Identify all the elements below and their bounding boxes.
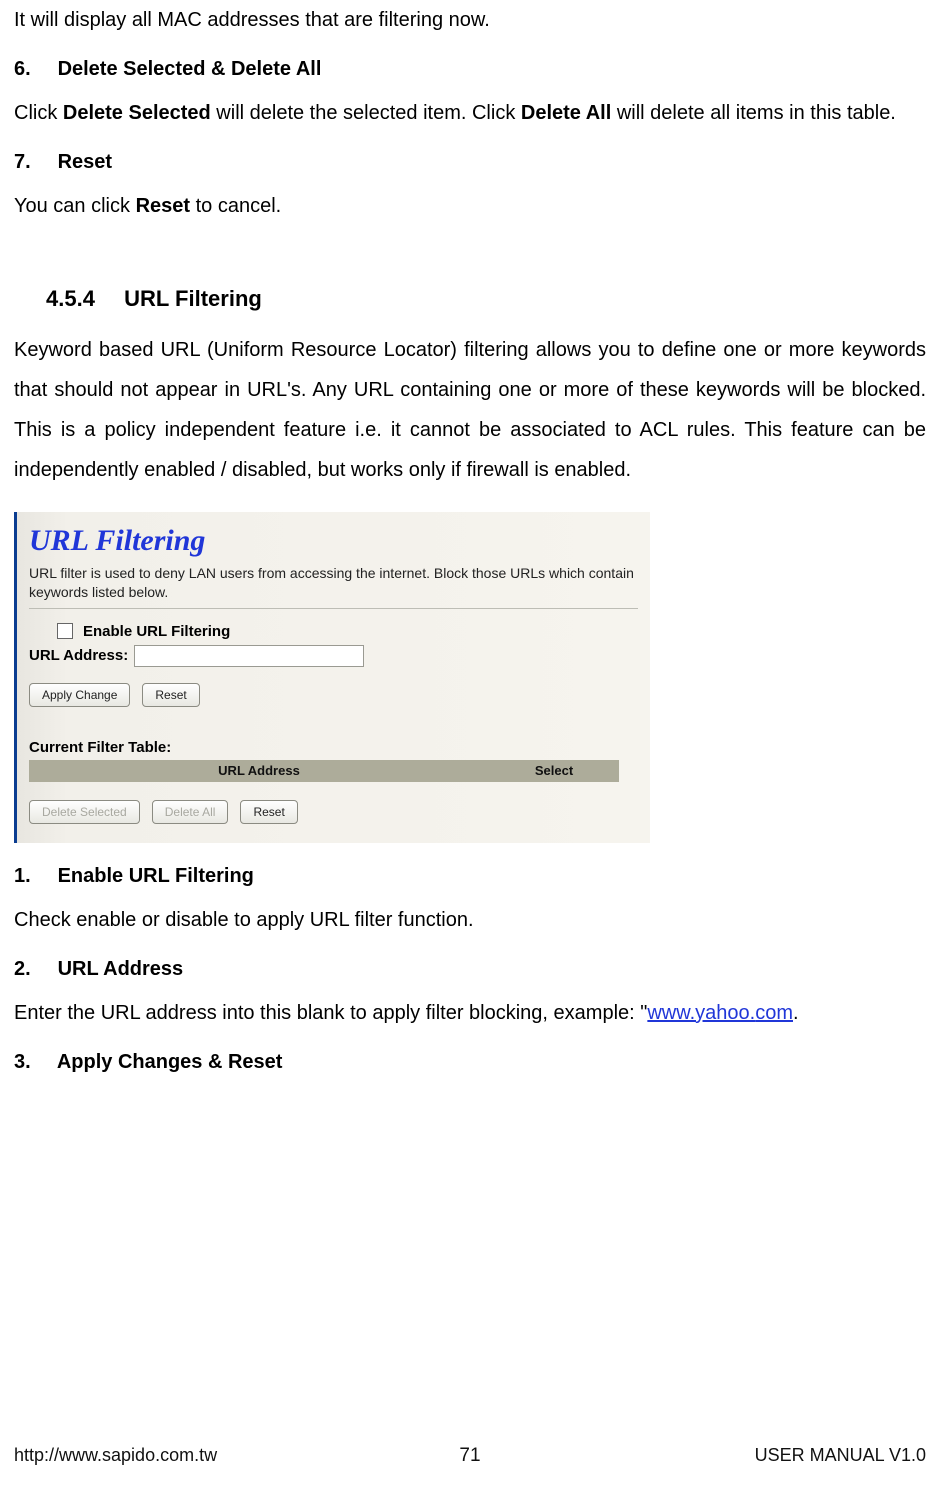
heading-3-num: 3.: [14, 1051, 52, 1074]
delete-all-button[interactable]: Delete All: [152, 800, 229, 824]
enable-url-filtering-label: Enable URL Filtering: [83, 623, 230, 640]
example-link-host[interactable]: www.yahoo.: [647, 1002, 755, 1024]
ss-desc: URL filter is used to deny LAN users fro…: [29, 564, 638, 602]
sec6-body: Click Delete Selected will delete the se…: [14, 93, 926, 133]
sec7-bold: Reset: [136, 195, 190, 217]
delete-selected-button[interactable]: Delete Selected: [29, 800, 140, 824]
heading-6: 6. Delete Selected & Delete All: [14, 58, 926, 81]
reset-button[interactable]: Reset: [142, 683, 199, 707]
filter-table: URL Address Select: [29, 760, 619, 782]
sec7-body: You can click Reset to cancel.: [14, 186, 926, 226]
example-link-tld[interactable]: com: [755, 1002, 793, 1024]
heading-7-title: Reset: [58, 151, 112, 173]
section-454-title: URL Filtering: [124, 286, 262, 311]
heading-1-title: Enable URL Filtering: [58, 865, 254, 887]
sub2-body: Enter the URL address into this blank to…: [14, 993, 926, 1033]
url-address-label: URL Address:: [29, 647, 128, 664]
url-filtering-screenshot: URL Filtering URL filter is used to deny…: [14, 512, 650, 843]
intro-text: It will display all MAC addresses that a…: [14, 0, 926, 40]
apply-change-button[interactable]: Apply Change: [29, 683, 130, 707]
reset-table-button[interactable]: Reset: [240, 800, 297, 824]
heading-6-title: Delete Selected & Delete All: [58, 58, 322, 80]
section-454-num: 4.5.4: [46, 286, 118, 312]
current-filter-table-heading: Current Filter Table:: [29, 739, 638, 756]
table-header-row: URL Address Select: [29, 760, 619, 782]
page-number: 71: [14, 1445, 926, 1467]
heading-2: 2. URL Address: [14, 958, 926, 981]
section-454-body: Keyword based URL (Uniform Resource Loca…: [14, 330, 926, 490]
heading-1: 1. Enable URL Filtering: [14, 865, 926, 888]
page-footer: http://www.sapido.com.tw 71 USER MANUAL …: [14, 1445, 926, 1466]
sec6-txt-c: will delete the selected item. Click: [211, 102, 521, 124]
sub1-body: Check enable or disable to apply URL fil…: [14, 900, 926, 940]
heading-3: 3. Apply Changes & Reset: [14, 1051, 926, 1074]
section-454: 4.5.4 URL Filtering: [46, 286, 926, 312]
divider: [29, 608, 638, 609]
heading-3-title: Apply Changes & Reset: [57, 1051, 283, 1073]
ss-title: URL Filtering: [29, 524, 638, 558]
sub2-txt-b: .: [793, 1002, 799, 1024]
col-url-address: URL Address: [29, 760, 489, 782]
sec6-bold-2: Delete All: [521, 102, 611, 124]
sub2-txt-a: Enter the URL address into this blank to…: [14, 1002, 647, 1024]
sec7-txt-c: to cancel.: [190, 195, 281, 217]
sec6-txt-d: will delete all items in this table.: [611, 102, 896, 124]
heading-2-title: URL Address: [58, 958, 184, 980]
heading-7-num: 7.: [14, 151, 52, 174]
heading-1-num: 1.: [14, 865, 52, 888]
col-select: Select: [489, 760, 619, 782]
url-address-input[interactable]: [134, 645, 364, 667]
sec6-txt-a: Click: [14, 102, 63, 124]
sec6-bold-1: Delete Selected: [63, 102, 211, 124]
heading-7: 7. Reset: [14, 151, 926, 174]
heading-6-num: 6.: [14, 58, 52, 81]
sec7-txt-a: You can click: [14, 195, 136, 217]
heading-2-num: 2.: [14, 958, 52, 981]
enable-url-filtering-checkbox[interactable]: [57, 623, 73, 639]
